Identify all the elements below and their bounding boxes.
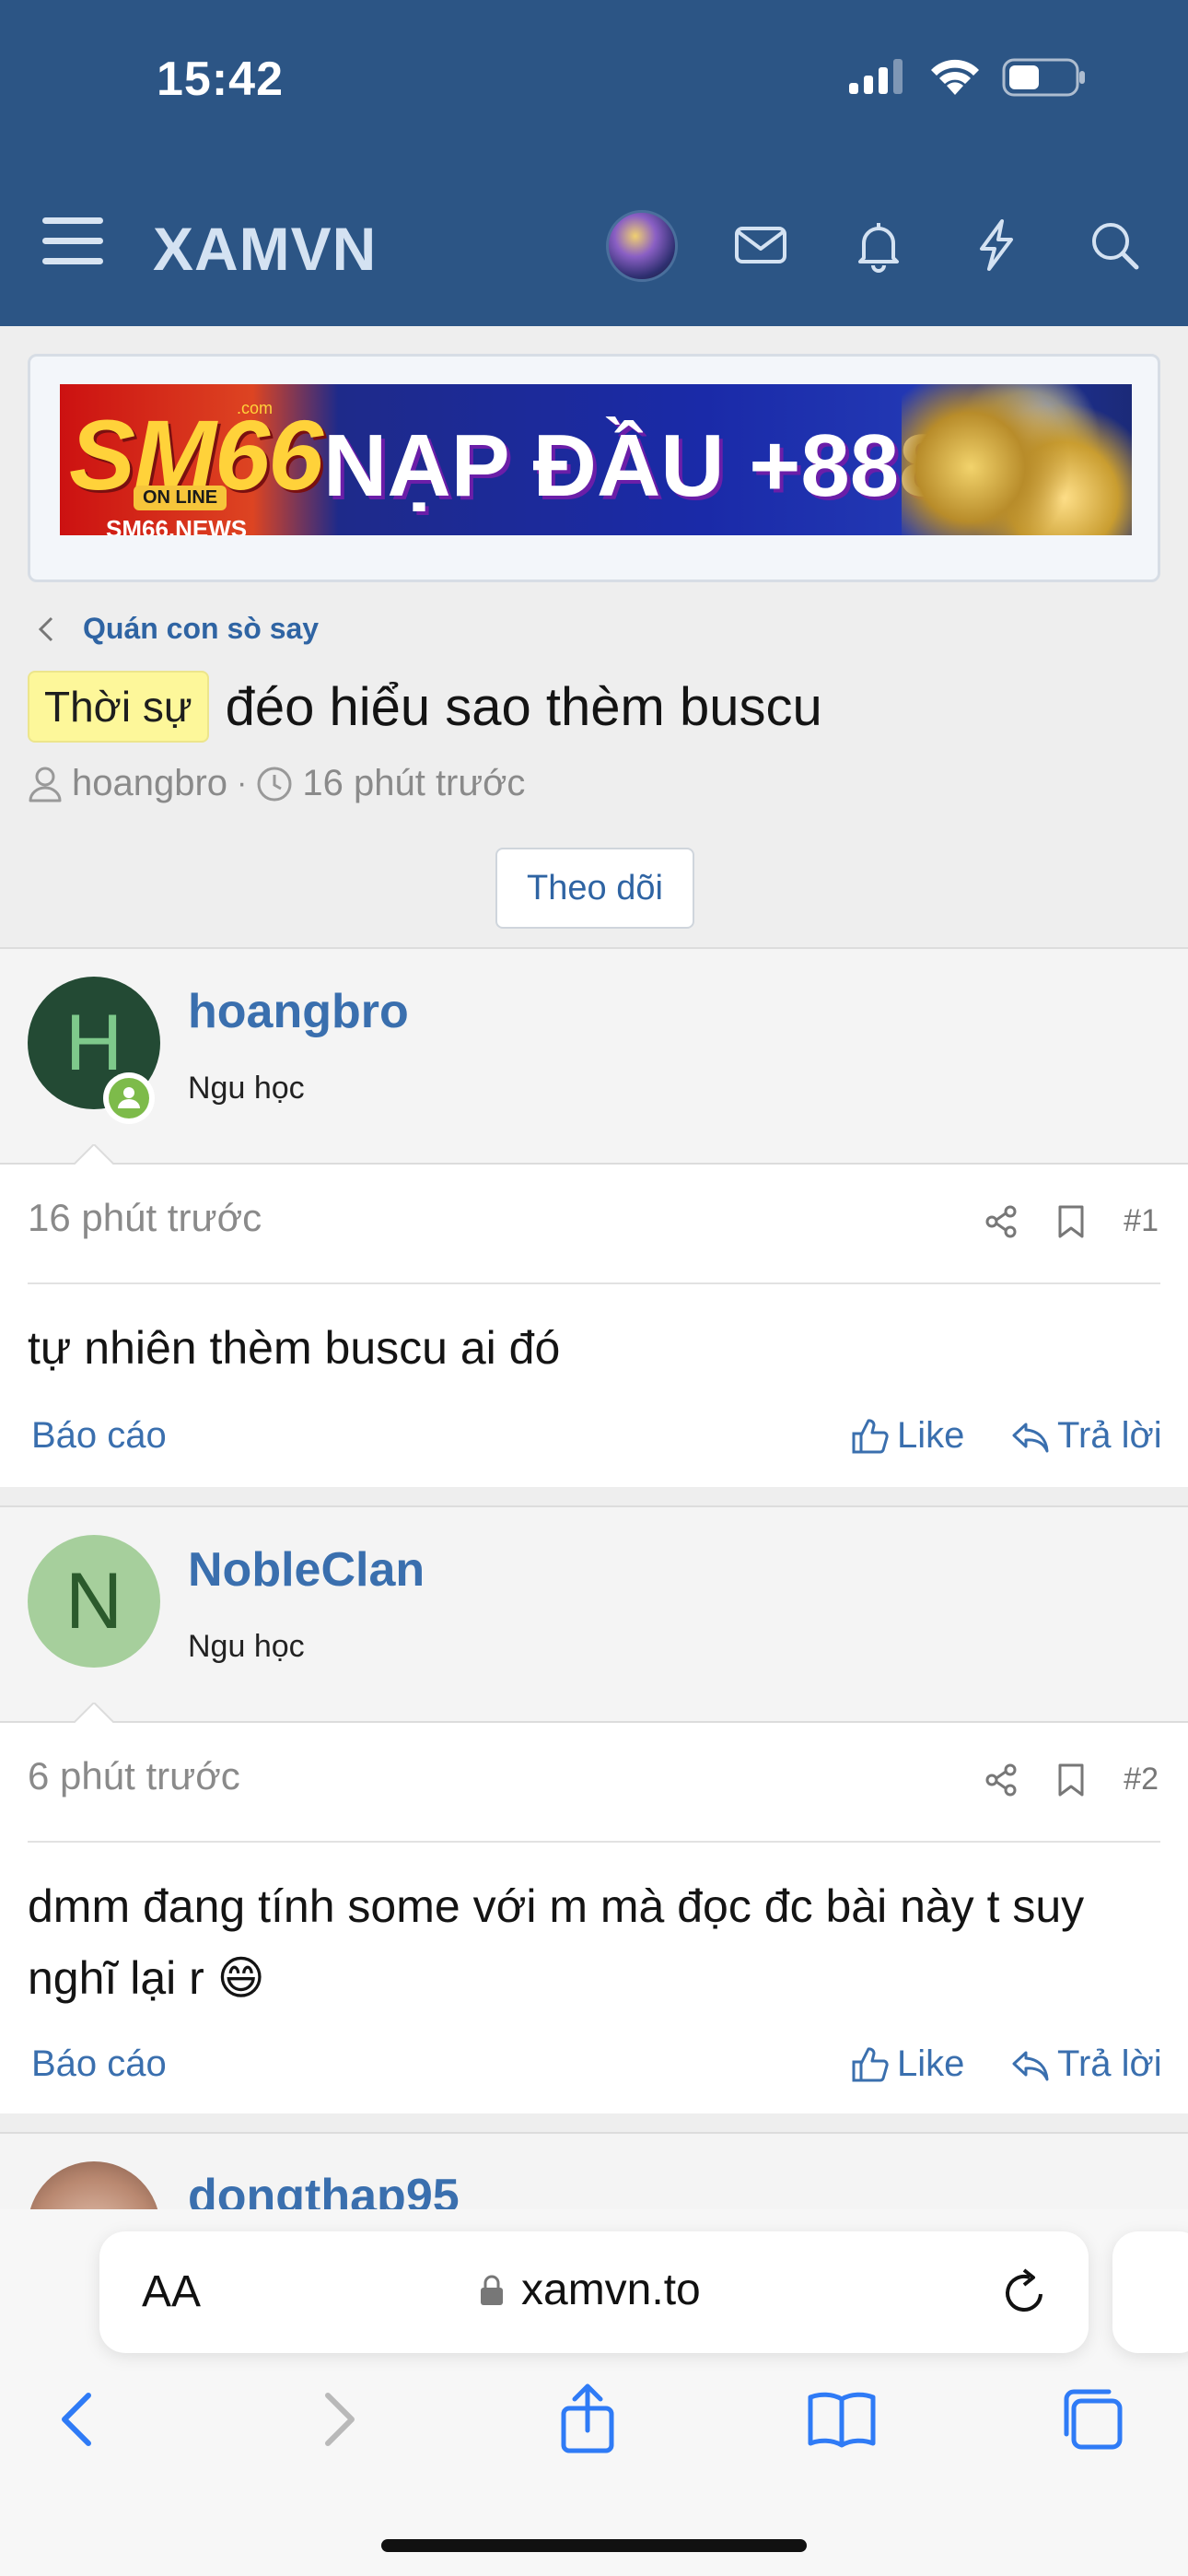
post-3-peek: dongthap95: [0, 2132, 1188, 2209]
share-icon[interactable]: [984, 1762, 1019, 1797]
user-avatar[interactable]: [606, 210, 678, 282]
bell-icon[interactable]: [851, 217, 906, 273]
post-number[interactable]: #1: [1124, 1203, 1159, 1239]
post-body: 6 phút trước #2 dmm đang tính some với m…: [0, 1723, 1188, 2113]
post-time[interactable]: 16 phút trước: [28, 1196, 262, 1240]
thread-author[interactable]: hoangbro: [72, 763, 227, 804]
online-status-icon: [103, 1072, 155, 1124]
post-user-title: Ngu học: [188, 1071, 305, 1106]
home-indicator: [381, 2539, 807, 2552]
url-text: xamvn.to: [521, 2266, 701, 2314]
thread-time: 16 phút trước: [302, 763, 526, 803]
post-1: H hoangbro Ngu học 16 phút trước #1 tự n…: [0, 947, 1188, 1487]
ad-container: SM66 .com ON LINE SM66.NEWS NẠP ĐẦU +888…: [28, 354, 1160, 582]
wifi-icon: [931, 59, 979, 95]
ad-logo-suffix: .com: [237, 399, 274, 417]
bookmark-icon[interactable]: [1055, 1762, 1087, 1797]
post-user-title: Ngu học: [188, 1629, 305, 1664]
post-arrow: [74, 1703, 114, 1723]
clock-icon: [257, 767, 292, 801]
menu-icon[interactable]: [42, 217, 103, 271]
post-divider: [28, 1282, 1160, 1284]
tabs-icon[interactable]: [1055, 2383, 1129, 2456]
report-link[interactable]: Báo cáo: [31, 1415, 167, 1457]
post-body: 16 phút trước #1 tự nhiên thèm buscu ai …: [0, 1165, 1188, 1487]
post-time[interactable]: 6 phút trước: [28, 1754, 240, 1798]
forward-icon[interactable]: [300, 2383, 374, 2456]
like-label: Like: [897, 2043, 965, 2084]
reply-button[interactable]: Trả lời: [1011, 1415, 1162, 1457]
breadcrumb[interactable]: Quán con sò say: [37, 612, 319, 646]
reply-icon: [1012, 2051, 1049, 2080]
post-actions: Báo cáo Like Trả lời: [0, 2034, 1188, 2099]
reply-button[interactable]: Trả lời: [1011, 2043, 1162, 2085]
battery-icon: [1002, 58, 1085, 97]
lightning-icon[interactable]: [969, 217, 1024, 273]
user-icon: [29, 767, 62, 802]
like-button[interactable]: Like: [851, 1415, 964, 1457]
post-arrow: [74, 1144, 114, 1165]
avatar[interactable]: N: [28, 1535, 160, 1668]
thumbs-up-icon: [852, 1418, 889, 1454]
status-icons: [847, 57, 1087, 98]
browser-toolbar: AA xamvn.to: [0, 2209, 1188, 2576]
reply-icon: [1012, 1423, 1049, 1452]
reload-icon[interactable]: [998, 2266, 1050, 2318]
reply-label: Trả lời: [1057, 2043, 1162, 2084]
site-logo[interactable]: XAMVN: [153, 214, 377, 284]
nav-bar: XAMVN: [0, 197, 1188, 293]
post-number[interactable]: #2: [1124, 1762, 1159, 1797]
text-size-button[interactable]: AA: [142, 2266, 201, 2317]
lock-icon: [481, 2275, 503, 2305]
ad-banner[interactable]: SM66 .com ON LINE SM66.NEWS NẠP ĐẦU +888…: [60, 384, 1132, 535]
thread-meta: hoangbro · 16 phút trước: [28, 763, 525, 804]
bookmarks-icon[interactable]: [805, 2383, 879, 2456]
post-actions: Báo cáo Like Trả lời: [0, 1406, 1188, 1470]
ad-logo-site: SM66.NEWS: [106, 515, 248, 535]
ad-logo-badge: ON LINE: [134, 486, 227, 510]
post-username[interactable]: NobleClan: [188, 1542, 425, 1598]
post-2: N NobleClan Ngu học 6 phút trước #2 dmm …: [0, 1505, 1188, 2113]
back-icon[interactable]: [42, 2383, 116, 2456]
follow-button[interactable]: Theo dõi: [495, 848, 694, 929]
thread-title-row: Thời sự đéo hiểu sao thèm buscu: [28, 671, 822, 743]
post-tools: #2: [984, 1762, 1159, 1797]
chevron-left-icon: [38, 616, 53, 641]
address-bar[interactable]: AA xamvn.to: [99, 2231, 1089, 2353]
share-icon[interactable]: [984, 1204, 1019, 1239]
avatar[interactable]: [28, 2161, 160, 2209]
thread-prefix-tag[interactable]: Thời sự: [28, 671, 209, 743]
ad-logo: SM66 .com ON LINE SM66.NEWS: [69, 397, 323, 535]
bookmark-icon[interactable]: [1055, 1204, 1087, 1239]
breadcrumb-label: Quán con sò say: [83, 612, 320, 645]
like-label: Like: [897, 1415, 965, 1456]
search-icon[interactable]: [1087, 217, 1142, 273]
cellular-signal-icon: [849, 59, 903, 94]
thumbs-up-icon: [852, 2046, 889, 2082]
site-header: 15:42 XAMVN: [0, 0, 1188, 326]
coins-image: [902, 384, 1132, 535]
report-link[interactable]: Báo cáo: [31, 2043, 167, 2085]
like-button[interactable]: Like: [851, 2043, 964, 2085]
post-content: tự nhiên thèm buscu ai đó: [28, 1322, 561, 1374]
post-username[interactable]: hoangbro: [188, 984, 409, 1039]
thread-title: đéo hiểu sao thèm buscu: [225, 676, 822, 737]
post-username[interactable]: dongthap95: [188, 2169, 460, 2209]
next-tab-preview[interactable]: [1112, 2231, 1188, 2353]
post-divider: [28, 1841, 1160, 1843]
status-time: 15:42: [157, 53, 284, 106]
share-icon[interactable]: [551, 2383, 624, 2456]
text-size-label: AA: [142, 2267, 202, 2316]
post-tools: #1: [984, 1203, 1159, 1239]
url-display[interactable]: xamvn.to: [479, 2265, 701, 2315]
post-user-header: H hoangbro Ngu học: [0, 947, 1188, 1165]
post-user-header: N NobleClan Ngu học: [0, 1505, 1188, 1723]
reply-label: Trả lời: [1057, 1415, 1162, 1456]
post-content: dmm đang tính some với m mà đọc đc bài n…: [28, 1880, 1085, 2004]
inbox-icon[interactable]: [733, 217, 788, 273]
